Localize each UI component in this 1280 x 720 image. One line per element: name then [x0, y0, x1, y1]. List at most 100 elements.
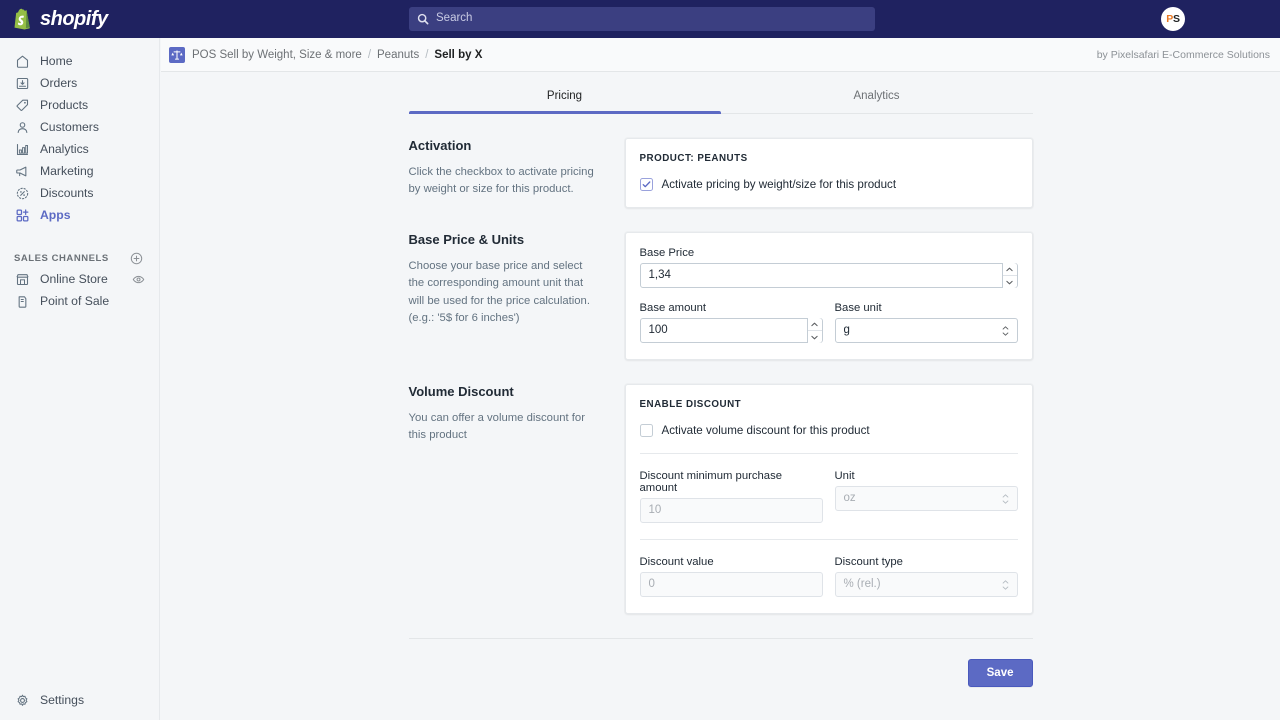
eye-icon[interactable]: [132, 273, 145, 286]
base-price-increment-button[interactable]: [1003, 263, 1017, 276]
sidebar-item-settings[interactable]: Settings: [0, 692, 160, 708]
tag-icon: [14, 97, 30, 113]
sidebar-item-home[interactable]: Home: [8, 50, 151, 72]
discount-unit-select[interactable]: oz: [835, 486, 1018, 511]
base-unit-value: g: [836, 325, 850, 337]
tab-bar: Pricing Analytics: [409, 84, 1033, 114]
base-amount-stepper[interactable]: [807, 318, 822, 343]
base-amount-increment-button[interactable]: [808, 318, 822, 331]
apps-icon: [14, 207, 30, 223]
tab-pricing[interactable]: Pricing: [409, 84, 721, 113]
discount-min-unit-group: Discount minimum purchase amount 10 Unit…: [640, 470, 1018, 523]
discount-unit-placeholder: oz: [836, 493, 856, 505]
save-button[interactable]: Save: [968, 659, 1033, 687]
base-amount-field-group: Base amount 100: [640, 302, 823, 343]
discount-min-amount-placeholder: 10: [641, 505, 662, 517]
sidebar: Home Orders Products Customers Analytics: [0, 38, 160, 720]
base-unit-field-group: Base unit g: [835, 302, 1018, 343]
sidebar-item-customers[interactable]: Customers: [8, 116, 151, 138]
base-price-description: Choose your base price and select the co…: [409, 258, 601, 328]
activate-volume-discount-checkbox[interactable]: [640, 424, 653, 437]
discount-value-type-group: Discount value 0 Discount type % (rel.): [640, 556, 1018, 597]
activate-volume-discount-row[interactable]: Activate volume discount for this produc…: [640, 424, 1018, 437]
activate-pricing-checkbox[interactable]: [640, 178, 653, 191]
activate-pricing-row[interactable]: Activate pricing by weight/size for this…: [640, 178, 1018, 191]
shopify-logo[interactable]: shopify: [12, 7, 152, 31]
base-price-description-column: Base Price & Units Choose your base pric…: [409, 232, 625, 328]
store-icon: [14, 271, 30, 287]
breadcrumb-item-product[interactable]: Peanuts: [377, 49, 419, 61]
main-content: Pricing Analytics Activation Click the c…: [161, 72, 1280, 720]
megaphone-icon: [14, 163, 30, 179]
sales-channels-title: SALES CHANNELS: [14, 253, 109, 264]
chevron-updown-icon[interactable]: [1002, 319, 1009, 342]
discount-type-select[interactable]: % (rel.): [835, 572, 1018, 597]
base-unit-select[interactable]: g: [835, 318, 1018, 343]
activation-description: Click the checkbox to activate pricing b…: [409, 164, 601, 199]
base-price-field-group: Base Price 1,34: [640, 247, 1018, 288]
sales-channels-header: SALES CHANNELS: [14, 248, 143, 268]
activation-card: PRODUCT: PEANUTS Activate pricing by wei…: [625, 138, 1033, 208]
base-amount-input[interactable]: 100: [640, 318, 823, 343]
base-price-decrement-button[interactable]: [1003, 276, 1017, 288]
breadcrumb: POS Sell by Weight, Size & more / Peanut…: [192, 49, 482, 61]
activation-description-column: Activation Click the checkbox to activat…: [409, 138, 625, 199]
discount-type-label: Discount type: [835, 556, 1018, 568]
chevron-updown-icon[interactable]: [1002, 487, 1009, 510]
sidebar-item-point-of-sale[interactable]: Point of Sale: [8, 290, 151, 312]
home-icon: [14, 53, 30, 69]
sidebar-item-label: Apps: [40, 209, 70, 221]
breadcrumb-separator: /: [425, 49, 428, 61]
footer-actions: Save: [409, 639, 1033, 687]
volume-discount-title: Volume Discount: [409, 384, 601, 400]
sidebar-item-discounts[interactable]: Discounts: [8, 182, 151, 204]
base-price-input[interactable]: 1,34: [640, 263, 1018, 288]
discount-min-amount-input[interactable]: 10: [640, 498, 823, 523]
sidebar-item-label: Analytics: [40, 143, 89, 155]
activation-card-header: PRODUCT: PEANUTS: [640, 153, 1018, 164]
discount-type-field-group: Discount type % (rel.): [835, 556, 1018, 597]
base-price-title: Base Price & Units: [409, 232, 601, 248]
breadcrumb-separator: /: [368, 49, 371, 61]
sidebar-item-label: Marketing: [40, 165, 94, 177]
activate-pricing-label: Activate pricing by weight/size for this…: [662, 179, 897, 191]
base-price-section: Base Price & Units Choose your base pric…: [409, 232, 1033, 360]
search-input[interactable]: Search: [409, 7, 875, 31]
sidebar-item-orders[interactable]: Orders: [8, 72, 151, 94]
sidebar-item-marketing[interactable]: Marketing: [8, 160, 151, 182]
discount-value-input[interactable]: 0: [640, 572, 823, 597]
tab-analytics[interactable]: Analytics: [721, 84, 1033, 113]
base-amount-unit-group: Base amount 100: [640, 302, 1018, 343]
breadcrumb-bar: POS Sell by Weight, Size & more / Peanut…: [161, 38, 1280, 72]
tab-label: Pricing: [547, 90, 582, 102]
discount-unit-label: Unit: [835, 470, 1018, 482]
tab-label: Analytics: [853, 90, 899, 102]
activation-section: Activation Click the checkbox to activat…: [409, 138, 1033, 208]
scale-icon[interactable]: [169, 47, 185, 63]
discount-value-placeholder: 0: [641, 579, 655, 591]
activation-title: Activation: [409, 138, 601, 154]
volume-discount-section: Volume Discount You can offer a volume d…: [409, 384, 1033, 614]
avatar[interactable]: PS: [1161, 7, 1185, 31]
chevron-updown-icon[interactable]: [1002, 573, 1009, 596]
sidebar-item-label: Products: [40, 99, 88, 111]
sidebar-item-label: Home: [40, 55, 73, 67]
sidebar-item-online-store[interactable]: Online Store: [8, 268, 151, 290]
breadcrumb-item-app[interactable]: POS Sell by Weight, Size & more: [192, 49, 362, 61]
sidebar-item-label: Online Store: [40, 273, 108, 285]
top-bar: shopify Search PS: [0, 0, 1280, 38]
sidebar-item-label: Discounts: [40, 187, 94, 199]
sidebar-item-analytics[interactable]: Analytics: [8, 138, 151, 160]
shopify-wordmark: shopify: [40, 8, 108, 31]
base-amount-decrement-button[interactable]: [808, 331, 822, 343]
base-price-stepper[interactable]: [1002, 263, 1017, 288]
discount-min-amount-label: Discount minimum purchase amount: [640, 470, 823, 494]
sidebar-item-apps[interactable]: Apps: [8, 204, 151, 226]
plus-circle-icon[interactable]: [130, 252, 143, 265]
search-placeholder: Search: [436, 13, 472, 25]
base-price-value: 1,34: [641, 270, 671, 282]
base-price-card: Base Price 1,34: [625, 232, 1033, 360]
sidebar-item-products[interactable]: Products: [8, 94, 151, 116]
bar-chart-icon: [14, 141, 30, 157]
card-divider: [640, 539, 1018, 540]
